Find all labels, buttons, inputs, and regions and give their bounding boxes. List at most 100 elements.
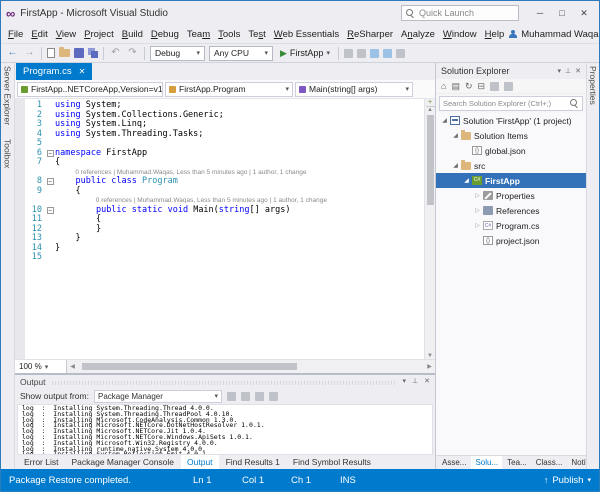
uncomment-icon[interactable] (383, 49, 392, 58)
home-icon[interactable]: ⌂ (441, 81, 446, 91)
quick-launch-input[interactable]: Quick Launch (401, 5, 519, 21)
save-icon[interactable] (74, 48, 84, 58)
tree-item-properties[interactable]: ▷Properties (436, 188, 586, 203)
clear-all-icon[interactable] (255, 392, 264, 401)
pin-icon[interactable]: ⊥ (412, 378, 418, 385)
zoom-select[interactable]: 100 % ▾ (15, 360, 67, 373)
tree-item-solution-firstapp-1-project[interactable]: ◢Solution 'FirstApp' (1 project) (436, 113, 586, 128)
tree-collapse-icon[interactable]: ◢ (451, 133, 460, 139)
scroll-right-icon[interactable]: ▶ (424, 363, 435, 370)
code-editor[interactable]: 1using System;2using System.Collections.… (15, 99, 435, 359)
solution-search-input[interactable]: Search Solution Explorer (Ctrl+;) (439, 96, 583, 111)
tree-collapse-icon[interactable]: ◢ (440, 118, 449, 124)
breakpoint-margin[interactable] (15, 99, 25, 359)
close-button[interactable]: ✕ (574, 4, 594, 22)
tab-toolbox[interactable]: Toolbox (3, 139, 13, 168)
menu-file[interactable]: File (4, 28, 27, 41)
word-wrap-icon[interactable] (269, 392, 278, 401)
project-dropdown[interactable]: FirstApp..NETCoreApp,Version=v1... ▾ (17, 82, 163, 97)
save-all-icon[interactable] (88, 48, 98, 58)
menu-web-essentials[interactable]: Web Essentials (270, 28, 343, 41)
navigate-back-icon[interactable]: ← (6, 48, 19, 58)
show-all-files-icon[interactable]: ▤ (451, 81, 460, 92)
properties-icon[interactable] (490, 82, 499, 91)
menu-debug[interactable]: Debug (147, 28, 183, 41)
type-dropdown[interactable]: FirstApp.Program ▾ (165, 82, 293, 97)
output-source-select[interactable]: Package Manager ▾ (94, 390, 222, 403)
se-tab-solu[interactable]: Solu... (471, 456, 502, 469)
menu-edit[interactable]: Edit (27, 28, 51, 41)
tab-server-explorer[interactable]: Server Explorer (3, 66, 13, 125)
scrollbar-thumb[interactable] (82, 363, 297, 370)
editor-vertical-scrollbar[interactable]: + ▲ ▼ (424, 99, 435, 359)
document-tab-program-cs[interactable]: Program.cs ✕ (16, 63, 92, 80)
undo-icon[interactable]: ↶ (109, 48, 122, 58)
tab-properties[interactable]: Properties (588, 66, 598, 105)
navigate-forward-icon[interactable]: → (23, 48, 36, 58)
menu-help[interactable]: Help (481, 28, 509, 41)
tree-item-global-json[interactable]: global.json (436, 143, 586, 158)
se-tab-class[interactable]: Class... (532, 456, 567, 469)
code-line[interactable]: using System.Threading.Tasks; (55, 130, 203, 140)
output-log[interactable]: log : Installing System.Threading.Thread… (17, 404, 433, 455)
preview-selected-icon[interactable] (504, 82, 513, 91)
toolbar-options-icon[interactable] (396, 49, 405, 58)
scrollbar-thumb[interactable] (427, 115, 434, 205)
start-debugging-button[interactable]: ▶ FirstApp ▾ (277, 48, 333, 59)
window-position-icon[interactable]: ▾ (558, 68, 562, 75)
menu-project[interactable]: Project (80, 28, 118, 41)
tree-item-project-json[interactable]: project.json (436, 233, 586, 248)
find-message-icon[interactable] (227, 392, 236, 401)
close-icon[interactable]: ✕ (575, 68, 581, 75)
close-icon[interactable]: ✕ (79, 68, 86, 76)
tree-collapse-icon[interactable]: ◢ (451, 163, 460, 169)
panel-tab-error-list[interactable]: Error List (18, 455, 64, 469)
tree-expand-icon[interactable]: ▷ (473, 223, 482, 229)
fold-toggle-icon[interactable]: − (47, 150, 54, 157)
panel-tab-find-symbol-results[interactable]: Find Symbol Results (287, 455, 377, 469)
comment-icon[interactable] (370, 49, 379, 58)
goto-message-icon[interactable] (241, 392, 250, 401)
editor-horizontal-scrollbar[interactable]: ◀ ▶ (67, 360, 435, 373)
panel-tab-find-results-1[interactable]: Find Results 1 (220, 455, 286, 469)
open-file-icon[interactable] (59, 49, 70, 57)
code-line[interactable]: namespace FirstApp (55, 149, 147, 159)
minimize-button[interactable]: ─ (530, 4, 550, 22)
fold-toggle-icon[interactable]: − (47, 178, 54, 185)
tree-item-src[interactable]: ◢src (436, 158, 586, 173)
fold-toggle-icon[interactable]: − (47, 207, 54, 214)
tree-item-solution-items[interactable]: ◢Solution Items (436, 128, 586, 143)
close-icon[interactable]: ✕ (424, 378, 430, 385)
tree-collapse-icon[interactable]: ◢ (462, 178, 471, 184)
code-line[interactable]: } (55, 244, 60, 254)
menu-view[interactable]: View (52, 28, 80, 41)
menu-resharper[interactable]: ReSharper (343, 28, 397, 41)
redo-icon[interactable]: ↷ (126, 48, 139, 58)
tree-expand-icon[interactable]: ▷ (473, 208, 482, 214)
window-position-icon[interactable]: ▾ (403, 378, 407, 385)
build-solution-icon[interactable] (357, 49, 366, 58)
pin-icon[interactable]: ⊥ (565, 68, 571, 75)
attach-process-icon[interactable] (344, 49, 353, 58)
panel-tab-package-manager-console[interactable]: Package Manager Console (65, 455, 180, 469)
scroll-up-icon[interactable]: ▲ (427, 107, 433, 113)
menu-team[interactable]: Team (183, 28, 214, 41)
code-line[interactable]: { (55, 187, 81, 197)
se-tab-asse[interactable]: Asse... (438, 456, 470, 469)
menu-analyze[interactable]: Analyze (397, 28, 439, 41)
menu-window[interactable]: Window (439, 28, 481, 41)
tree-expand-icon[interactable]: ▷ (473, 193, 482, 199)
menu-build[interactable]: Build (118, 28, 147, 41)
scrollbar-track[interactable] (78, 360, 424, 373)
collapse-all-icon[interactable]: ⊟ (478, 81, 486, 92)
panel-tab-output[interactable]: Output (181, 455, 219, 469)
menu-tools[interactable]: Tools (214, 28, 244, 41)
menu-test[interactable]: Test (244, 28, 269, 41)
panel-drag-handle[interactable] (52, 381, 397, 385)
publish-button[interactable]: ↑ Publish ▾ (544, 475, 591, 486)
user-account-button[interactable]: Muhammad Waqas ▾ (508, 29, 600, 40)
split-editor-icon[interactable]: + (426, 99, 435, 107)
solution-explorer-title-bar[interactable]: Solution Explorer ▾ ⊥ ✕ (436, 63, 586, 79)
new-file-icon[interactable] (47, 48, 55, 58)
tree-item-references[interactable]: ▷References (436, 203, 586, 218)
